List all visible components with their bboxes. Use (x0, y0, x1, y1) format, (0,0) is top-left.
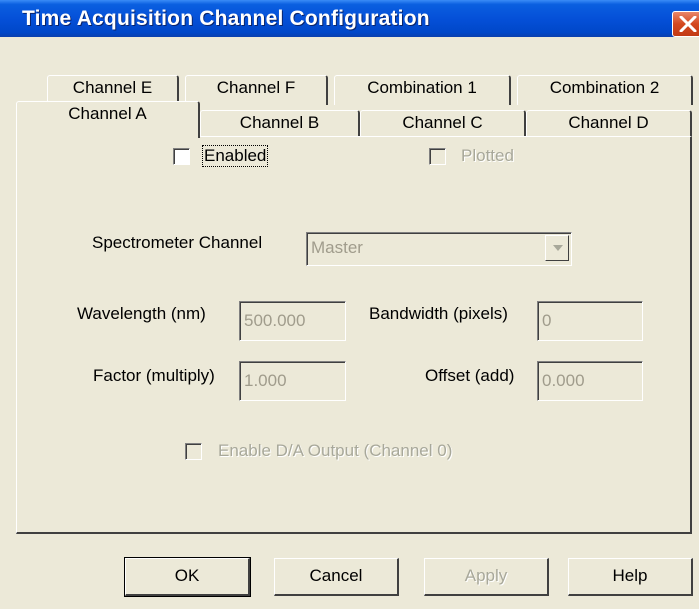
spectrometer-select[interactable]: Master (306, 232, 572, 266)
title-bar[interactable]: Time Acquisition Channel Configuration (0, 0, 699, 37)
wavelength-field[interactable]: 500.000 (239, 301, 346, 341)
tab-combination-1[interactable]: Combination 1 (334, 75, 511, 105)
tab-label: Combination 1 (367, 78, 477, 97)
help-label: Help (612, 566, 648, 585)
tab-channel-a[interactable]: Channel A (16, 101, 200, 138)
da-output-label: Enable D/A Output (Channel 0) (218, 441, 453, 460)
tab-label: Channel B (239, 113, 320, 132)
tab-label: Channel F (216, 78, 296, 97)
close-icon (679, 16, 697, 32)
plotted-checkbox[interactable] (429, 148, 446, 165)
wavelength-value: 500.000 (244, 311, 306, 330)
wavelength-label: Wavelength (nm) (77, 304, 206, 323)
factor-value: 1.000 (244, 371, 287, 390)
da-output-checkbox[interactable] (185, 443, 202, 460)
spectrometer-value: Master (311, 238, 363, 257)
bandwidth-value: 0 (542, 311, 552, 330)
chevron-down-icon (553, 245, 563, 251)
bandwidth-label: Bandwidth (pixels) (369, 304, 508, 323)
tab-label: Channel E (72, 78, 153, 97)
enabled-checkbox[interactable] (173, 148, 190, 165)
offset-field[interactable]: 0.000 (537, 361, 643, 401)
tab-channel-c[interactable]: Channel C (360, 110, 526, 137)
tab-label: Channel A (68, 104, 147, 123)
enabled-label-text: Enabled (204, 146, 267, 165)
ok-label: OK (174, 566, 200, 585)
cancel-button[interactable]: Cancel (274, 558, 399, 596)
ok-button[interactable]: OK (124, 557, 251, 597)
tab-channel-b[interactable]: Channel B (200, 110, 360, 137)
apply-button[interactable]: Apply (424, 558, 549, 596)
factor-field[interactable]: 1.000 (239, 361, 346, 401)
close-button[interactable] (672, 11, 699, 37)
offset-value: 0.000 (542, 371, 585, 390)
window-title: Time Acquisition Channel Configuration (22, 7, 430, 30)
offset-label: Offset (add) (425, 366, 515, 385)
dropdown-button[interactable] (545, 235, 569, 261)
tab-channel-f[interactable]: Channel F (185, 75, 328, 105)
tab-label: Combination 2 (549, 78, 660, 97)
help-button[interactable]: Help (568, 558, 693, 596)
tab-label: Channel C (402, 113, 483, 132)
apply-label: Apply (464, 566, 508, 585)
enabled-label[interactable]: Enabled (201, 145, 269, 167)
cancel-label: Cancel (309, 566, 363, 585)
bandwidth-field[interactable]: 0 (537, 301, 643, 341)
tab-channel-d[interactable]: Channel D (526, 110, 692, 137)
plotted-label: Plotted (461, 146, 514, 165)
spectrometer-label: Spectrometer Channel (92, 233, 263, 252)
tab-label: Channel D (568, 113, 649, 132)
dialog-window: Time Acquisition Channel Configuration C… (0, 0, 699, 609)
tab-combination-2[interactable]: Combination 2 (517, 75, 693, 105)
factor-label: Factor (multiply) (93, 366, 215, 385)
